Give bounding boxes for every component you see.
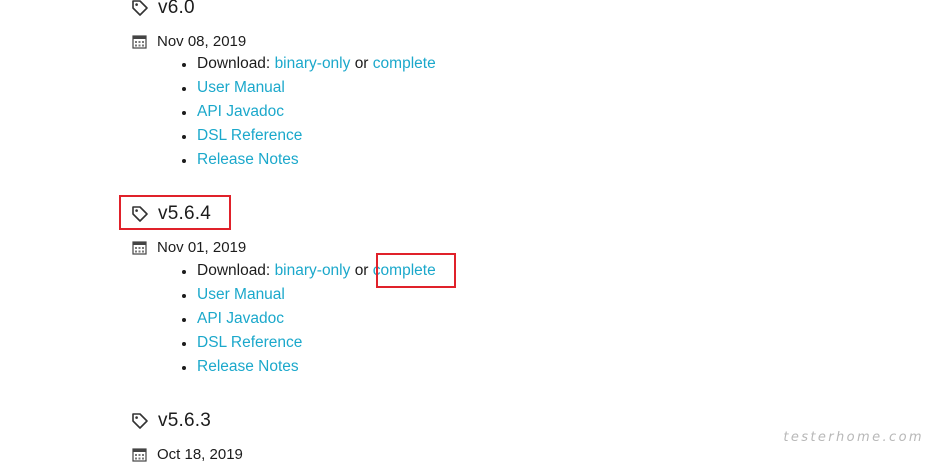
release-date: Nov 08, 2019 [132, 32, 246, 50]
or-text: or [354, 262, 369, 279]
api-javadoc-item: API Javadoc [182, 100, 436, 124]
calendar-icon [132, 447, 147, 462]
highlight-version-box [119, 195, 231, 230]
dsl-reference-link[interactable]: DSL Reference [197, 334, 302, 351]
release-notes-link[interactable]: Release Notes [197, 151, 299, 168]
dsl-reference-item: DSL Reference [182, 331, 436, 355]
release-date: Nov 01, 2019 [132, 238, 246, 256]
date-text: Nov 01, 2019 [157, 238, 247, 256]
watermark: testerhome.com [783, 430, 924, 445]
release-notes-link[interactable]: Release Notes [197, 358, 299, 375]
version-label: v5.6.3 [158, 410, 211, 431]
version-heading: v5.6.3 [131, 410, 211, 432]
api-javadoc-link[interactable]: API Javadoc [197, 310, 284, 327]
tag-icon [131, 412, 149, 430]
calendar-icon [132, 240, 147, 255]
complete-link[interactable]: complete [373, 55, 436, 72]
highlight-complete-box [376, 253, 456, 288]
binary-only-link[interactable]: binary-only [275, 55, 351, 72]
user-manual-link[interactable]: User Manual [197, 79, 285, 96]
date-text: Oct 18, 2019 [157, 445, 243, 463]
date-text: Nov 08, 2019 [157, 32, 247, 50]
dsl-reference-item: DSL Reference [182, 124, 436, 148]
dsl-reference-link[interactable]: DSL Reference [197, 127, 302, 144]
tag-icon [131, 0, 149, 17]
calendar-icon [132, 34, 147, 49]
release-links: Download: binary-only or complete User M… [182, 52, 436, 172]
download-item: Download: binary-only or complete [182, 52, 436, 76]
user-manual-item: User Manual [182, 76, 436, 100]
version-label: v6.0 [158, 0, 195, 18]
binary-only-link[interactable]: binary-only [275, 262, 351, 279]
api-javadoc-link[interactable]: API Javadoc [197, 103, 284, 120]
version-heading: v6.0 [131, 0, 195, 19]
api-javadoc-item: API Javadoc [182, 307, 436, 331]
release-date: Oct 18, 2019 [132, 445, 243, 463]
download-prefix: Download: [197, 55, 271, 72]
user-manual-link[interactable]: User Manual [197, 286, 285, 303]
release-notes-item: Release Notes [182, 355, 436, 379]
download-prefix: Download: [197, 262, 271, 279]
release-notes-item: Release Notes [182, 148, 436, 172]
or-text: or [354, 55, 369, 72]
